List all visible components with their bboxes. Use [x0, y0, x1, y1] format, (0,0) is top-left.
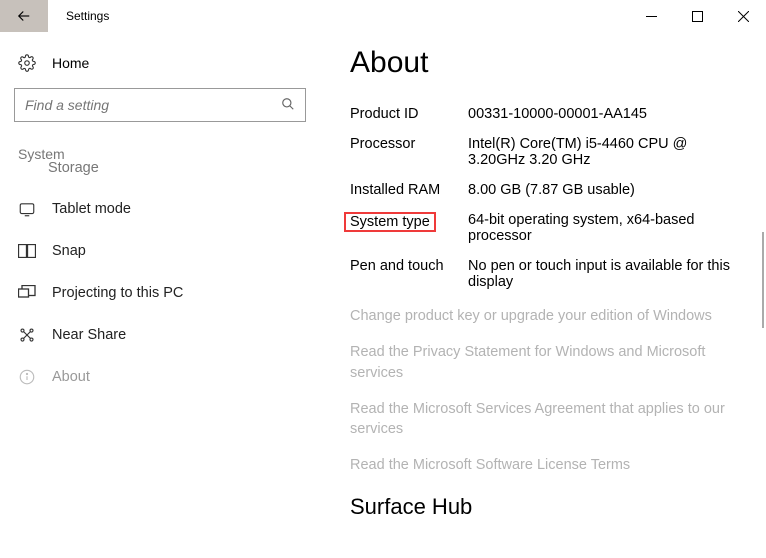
- spec-row-pen-touch: Pen and touch No pen or touch input is a…: [350, 258, 740, 290]
- spec-label: Product ID: [350, 106, 468, 122]
- back-button[interactable]: [0, 0, 48, 32]
- link-license-terms[interactable]: Read the Microsoft Software License Term…: [350, 455, 730, 475]
- sidebar-item-label: About: [52, 369, 90, 385]
- sidebar-item-label: Storage: [48, 160, 99, 176]
- spec-label: OS Build: [350, 82, 468, 84]
- spec-row-processor: Processor Intel(R) Core(TM) i5-4460 CPU …: [350, 136, 740, 168]
- arrow-left-icon: [15, 7, 33, 25]
- sidebar-item-label: Projecting to this PC: [52, 285, 183, 301]
- minimize-button[interactable]: [628, 0, 674, 32]
- spec-label: Pen and touch: [350, 258, 468, 274]
- home-label: Home: [52, 55, 89, 71]
- sidebar-item-snap[interactable]: Snap: [14, 230, 306, 272]
- spec-value: No pen or touch input is available for t…: [468, 258, 740, 290]
- info-icon: [18, 368, 36, 386]
- page-title: About: [350, 46, 740, 80]
- tablet-icon: [18, 200, 36, 218]
- spec-row-ram: Installed RAM 8.00 GB (7.87 GB usable): [350, 182, 740, 198]
- link-services-agreement[interactable]: Read the Microsoft Services Agreement th…: [350, 399, 730, 440]
- spec-label: System type: [350, 212, 468, 232]
- sidebar-item-label: Tablet mode: [52, 201, 131, 217]
- sidebar-item-projecting[interactable]: Projecting to this PC: [14, 272, 306, 314]
- snap-icon: [18, 242, 36, 260]
- search-box[interactable]: [14, 88, 306, 122]
- spec-value: Intel(R) Core(TM) i5-4460 CPU @ 3.20GHz …: [468, 136, 740, 168]
- spec-row-product-id: Product ID 00331-10000-00001-AA145: [350, 106, 740, 122]
- sidebar-nav: Storage Tablet mode Snap Projecting to t…: [14, 166, 306, 398]
- sidebar-item-storage[interactable]: Storage: [14, 160, 306, 188]
- spec-label: Installed RAM: [350, 182, 468, 198]
- highlight-box: System type: [344, 212, 436, 232]
- spec-value: 15063.1387: [468, 82, 740, 84]
- spec-row-truncated: OS Build 15063.1387: [350, 82, 740, 92]
- close-icon: [738, 11, 749, 22]
- subheading-surface-hub: Surface Hub: [350, 494, 740, 520]
- search-icon: [281, 97, 295, 114]
- titlebar: Settings: [0, 0, 766, 32]
- spec-value: 8.00 GB (7.87 GB usable): [468, 182, 740, 198]
- search-input[interactable]: [25, 97, 281, 113]
- sidebar-item-near-share[interactable]: Near Share: [14, 314, 306, 356]
- sidebar-item-tablet-mode[interactable]: Tablet mode: [14, 188, 306, 230]
- window-controls: [628, 0, 766, 32]
- home-nav[interactable]: Home: [14, 46, 306, 88]
- sidebar-item-label: Near Share: [52, 327, 126, 343]
- near-share-icon: [18, 326, 36, 344]
- sidebar-item-about[interactable]: About: [14, 356, 306, 398]
- sidebar-item-label: Snap: [52, 243, 86, 259]
- maximize-button[interactable]: [674, 0, 720, 32]
- gear-icon: [18, 54, 36, 72]
- minimize-icon: [646, 11, 657, 22]
- main-panel: About OS Build 15063.1387 Product ID 003…: [320, 32, 766, 558]
- maximize-icon: [692, 11, 703, 22]
- scrollbar[interactable]: [762, 232, 764, 328]
- link-privacy-statement[interactable]: Read the Privacy Statement for Windows a…: [350, 342, 730, 383]
- window-title: Settings: [48, 9, 628, 23]
- sidebar: Home System Storage Tablet mode: [0, 32, 320, 558]
- link-change-product-key[interactable]: Change product key or upgrade your editi…: [350, 306, 730, 326]
- spec-label: Processor: [350, 136, 468, 152]
- close-button[interactable]: [720, 0, 766, 32]
- spec-value: 64-bit operating system, x64-based proce…: [468, 212, 740, 244]
- spec-row-system-type: System type 64-bit operating system, x64…: [350, 212, 740, 244]
- projecting-icon: [18, 284, 36, 302]
- spec-value: 00331-10000-00001-AA145: [468, 106, 740, 122]
